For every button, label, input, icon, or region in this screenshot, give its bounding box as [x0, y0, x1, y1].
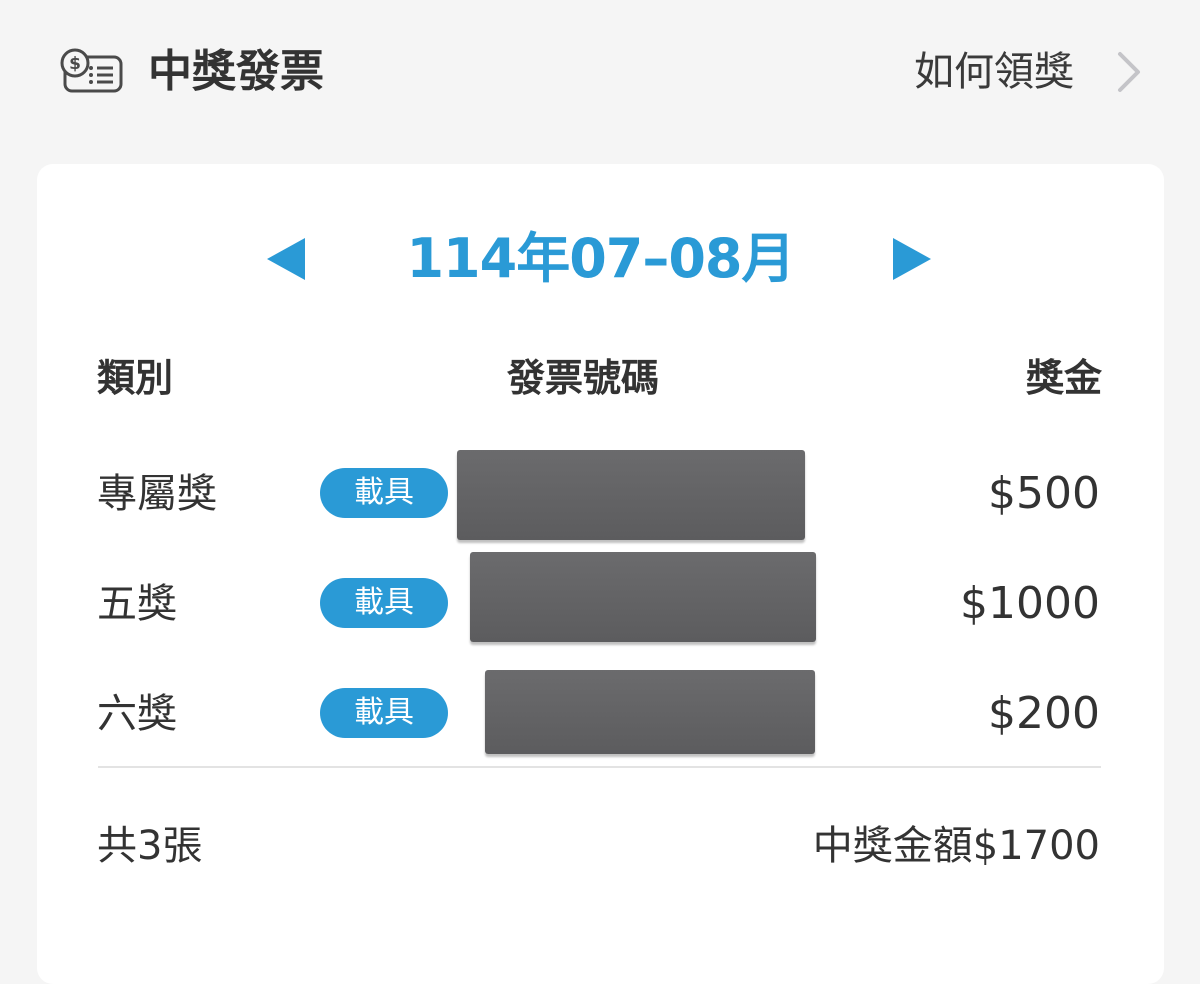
column-header-number: 發票號碼: [507, 356, 660, 400]
carrier-badge: 載具: [320, 578, 448, 628]
chevron-right-icon: [1118, 52, 1140, 92]
previous-period-button[interactable]: [263, 236, 309, 282]
period-label: 114年07–08月: [406, 227, 795, 290]
table-row[interactable]: 專屬獎 載具 $500: [37, 444, 1164, 544]
winning-invoices-card: 114年07–08月 類別 發票號碼 獎金 專屬獎 載具 $500 五獎 載具 …: [37, 164, 1164, 984]
prize-amount: $500: [988, 468, 1100, 519]
prize-amount: $200: [988, 688, 1100, 739]
page-title: 中獎發票: [148, 46, 324, 97]
receipt-list-icon: $: [60, 48, 123, 93]
next-period-button[interactable]: [889, 236, 935, 282]
table-row[interactable]: 五獎 載具 $1000: [37, 552, 1164, 654]
carrier-badge: 載具: [320, 468, 448, 518]
column-header-prize: 獎金: [1025, 356, 1102, 400]
total-prize-amount: 中獎金額$1700: [812, 823, 1100, 869]
page-header: $ 中獎發票 如何領獎: [0, 0, 1200, 150]
redacted-invoice-number: [485, 670, 815, 754]
triangle-right-icon: [893, 238, 931, 280]
how-to-claim-link[interactable]: 如何領獎: [914, 42, 1144, 102]
how-to-claim-label: 如何領獎: [914, 49, 1074, 95]
column-header-category: 類別: [97, 356, 174, 400]
prize-amount: $1000: [960, 578, 1100, 629]
divider: [98, 766, 1101, 768]
invoice-count: 共3張: [97, 823, 203, 869]
prize-category: 六獎: [97, 691, 177, 737]
prize-category: 五獎: [97, 581, 177, 627]
redacted-invoice-number: [470, 552, 816, 642]
triangle-left-icon: [267, 238, 305, 280]
period-navigator: 114年07–08月: [37, 224, 1164, 294]
redacted-invoice-number: [457, 450, 805, 540]
svg-text:$: $: [69, 54, 81, 74]
prize-category: 專屬獎: [97, 471, 217, 517]
carrier-badge: 載具: [320, 688, 448, 738]
table-row[interactable]: 六獎 載具 $200: [37, 664, 1164, 764]
